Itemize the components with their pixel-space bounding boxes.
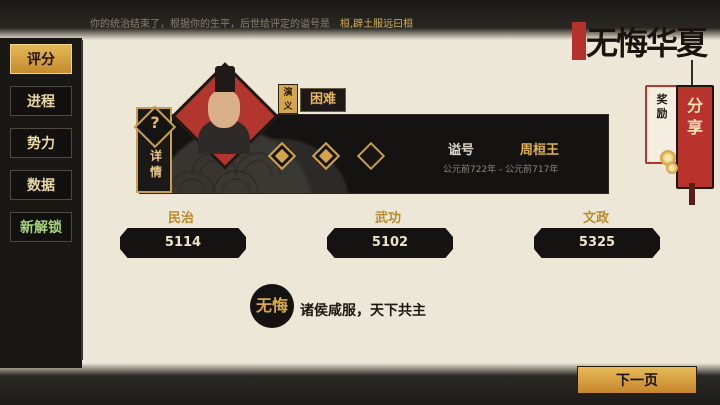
stat-label-civil: 民治 — [167, 211, 194, 226]
difficulty-level: 困难 — [300, 88, 346, 112]
stat-label-culture: 文政 — [582, 211, 609, 226]
share-label: 分享 — [686, 96, 703, 137]
posthumous-label: 谥号 — [448, 143, 475, 158]
sidebar-item-progress[interactable]: 进程 — [10, 86, 72, 116]
share-string — [691, 60, 693, 86]
ruler-hat — [215, 66, 235, 92]
stat-value-civil: 5114 — [120, 228, 246, 258]
next-page-button[interactable]: 下一页 — [577, 366, 697, 394]
question-icon: ? — [150, 113, 160, 132]
posthumous-name: 周桓王 — [520, 143, 560, 158]
stat-value-culture: 5325 — [534, 228, 660, 258]
details-label: 详情 — [149, 149, 162, 179]
achievement-title: 诸侯咸服，天下共主 — [300, 303, 426, 319]
difficulty-tag: 演义 困难 — [278, 84, 352, 114]
sidebar-item-unlocks[interactable]: 新解锁 — [10, 212, 72, 242]
summary-text: 你的统治结束了，根据你的生平，后世给评定的谥号是 — [90, 19, 330, 30]
share-button[interactable]: 分享 — [676, 85, 714, 189]
sidebar-item-score[interactable]: 评分 — [10, 44, 72, 74]
stat-label-military: 武功 — [374, 211, 401, 226]
sidebar-divider — [81, 40, 83, 360]
posthumous-meaning: 桓,辟土服远曰桓 — [340, 19, 414, 30]
game-mode: 演义 — [278, 84, 298, 114]
logo-seal-icon: 无悔 — [250, 284, 294, 328]
share-tassel — [689, 183, 695, 205]
reign-summary: 你的统治结束了，根据你的生平，后世给评定的谥号是 桓,辟土服远曰桓 — [90, 15, 413, 30]
flower-icon — [666, 162, 678, 174]
game-logo: 无悔华夏 — [570, 12, 710, 72]
reward-label: 奖励 — [656, 93, 668, 120]
ruler-portrait — [208, 90, 240, 128]
stat-value-military: 5102 — [327, 228, 453, 258]
logo-stamp — [572, 22, 586, 60]
sidebar-item-forces[interactable]: 势力 — [10, 128, 72, 158]
sidebar-item-data[interactable]: 数据 — [10, 170, 72, 200]
reign-years: 公元前722年 - 公元前717年 — [443, 165, 559, 175]
logo-text: 无悔华夏 — [586, 24, 708, 62]
